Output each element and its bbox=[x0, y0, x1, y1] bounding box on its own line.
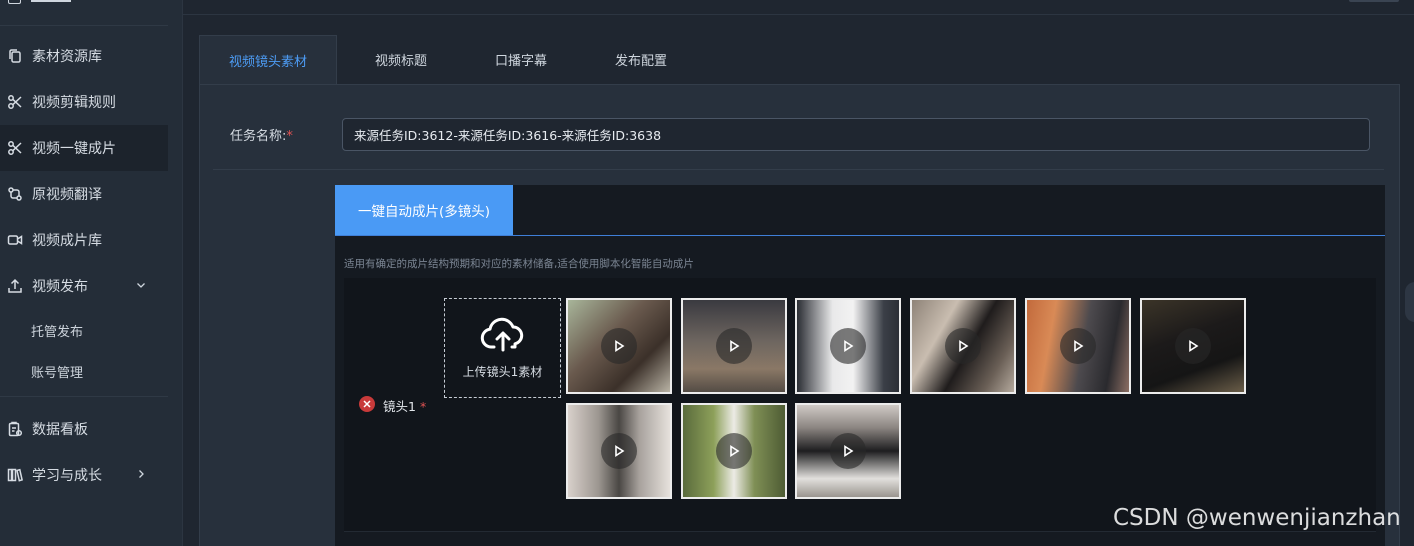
watermark: CSDN @wenwenjianzhan bbox=[1113, 505, 1401, 531]
shot-panel: 镜头1 * 上传镜头1素材 bbox=[344, 278, 1376, 531]
sidebar-subitem-account-manage[interactable]: 账号管理 bbox=[31, 362, 83, 381]
play-icon bbox=[1060, 328, 1096, 364]
video-thumbnail[interactable] bbox=[1025, 298, 1131, 394]
sidebar-item-one-click-video[interactable]: 视频一键成片 bbox=[0, 125, 168, 171]
scroll-handle[interactable] bbox=[1405, 282, 1414, 322]
tab-publish-config[interactable]: 发布配置 bbox=[577, 35, 705, 84]
play-icon bbox=[945, 328, 981, 364]
play-icon bbox=[716, 433, 752, 469]
form-divider bbox=[213, 169, 1384, 170]
video-thumbnail[interactable] bbox=[566, 403, 672, 499]
sidebar-subitem-managed-publish[interactable]: 托管发布 bbox=[31, 321, 83, 340]
sidebar-divider bbox=[0, 396, 168, 397]
scissors-icon bbox=[7, 140, 23, 156]
sidebar-item-video-translate[interactable]: 原视频翻译 bbox=[0, 171, 168, 217]
sidebar: 素材资源库 视频剪辑规则 视频一键成片 原视频翻译 视频成片库 视频发布 托管发… bbox=[0, 0, 183, 546]
play-icon bbox=[830, 433, 866, 469]
sidebar-item-video-publish[interactable]: 视频发布 bbox=[0, 263, 168, 309]
auto-compose-section: 一键自动成片(多镜头) 适用有确定的成片结构预期和对应的素材储备,适合使用脚本化… bbox=[335, 185, 1385, 546]
shot-label: 镜头1 * bbox=[383, 399, 427, 414]
task-name-label: 任务名称:* bbox=[230, 129, 293, 144]
chevron-down-icon bbox=[137, 283, 145, 288]
header-partial bbox=[1349, 0, 1399, 2]
sidebar-item-material-library[interactable]: 素材资源库 bbox=[0, 33, 168, 79]
tab-voiceover-subtitles[interactable]: 口播字幕 bbox=[465, 35, 577, 84]
partial-icon bbox=[8, 0, 21, 4]
sidebar-item-dashboard[interactable]: 数据看板 bbox=[0, 406, 168, 452]
video-thumbnail[interactable] bbox=[795, 298, 901, 394]
tab-bar: 视频镜头素材 视频标题 口播字幕 发布配置 bbox=[199, 35, 705, 84]
tab-video-shot-material[interactable]: 视频镜头素材 bbox=[199, 35, 337, 84]
play-icon bbox=[601, 433, 637, 469]
close-icon bbox=[363, 400, 371, 408]
upload-icon bbox=[7, 278, 23, 294]
copy-icon bbox=[7, 48, 23, 64]
video-camera-icon bbox=[7, 232, 23, 248]
sidebar-item-partial[interactable] bbox=[0, 0, 168, 26]
translate-icon bbox=[7, 186, 23, 202]
books-icon bbox=[7, 467, 23, 483]
clipboard-icon bbox=[7, 421, 23, 437]
play-icon bbox=[830, 328, 866, 364]
chevron-right-icon bbox=[139, 470, 144, 478]
video-thumbnail[interactable] bbox=[566, 298, 672, 394]
play-icon bbox=[601, 328, 637, 364]
video-thumbnail[interactable] bbox=[681, 403, 787, 499]
remove-shot-button[interactable] bbox=[359, 396, 375, 412]
upload-shot-material-button[interactable]: 上传镜头1素材 bbox=[444, 298, 561, 398]
mode-description: 适用有确定的成片结构预期和对应的素材储备,适合使用脚本化智能自动成片 bbox=[344, 258, 694, 270]
play-icon bbox=[716, 328, 752, 364]
task-name-input[interactable] bbox=[342, 118, 1370, 151]
sidebar-item-edit-rules[interactable]: 视频剪辑规则 bbox=[0, 79, 168, 125]
play-icon bbox=[1175, 328, 1211, 364]
video-thumbnail[interactable] bbox=[681, 298, 787, 394]
scissors-icon bbox=[7, 94, 23, 110]
cloud-upload-icon bbox=[480, 317, 523, 351]
video-thumbnail[interactable] bbox=[795, 403, 901, 499]
required-mark: * bbox=[286, 129, 293, 144]
tab-auto-compose-multi-shot[interactable]: 一键自动成片(多镜头) bbox=[335, 185, 513, 235]
video-thumbnail[interactable] bbox=[910, 298, 1016, 394]
video-thumbnail[interactable] bbox=[1140, 298, 1246, 394]
sidebar-item-learning[interactable]: 学习与成长 bbox=[0, 452, 168, 498]
sidebar-item-video-library[interactable]: 视频成片库 bbox=[0, 217, 168, 263]
tab-video-title[interactable]: 视频标题 bbox=[337, 35, 465, 84]
main-content: 视频镜头素材 视频标题 口播字幕 发布配置 任务名称:* 一键自动成片(多镜头)… bbox=[183, 0, 1414, 546]
